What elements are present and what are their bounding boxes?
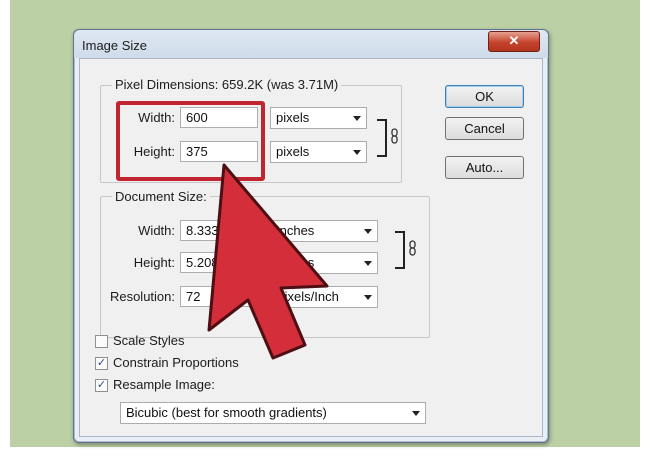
checkmark-icon: ✓ <box>96 357 107 369</box>
doc-width-unit-value: Inches <box>276 223 315 238</box>
document-size-legend: Document Size: <box>112 189 210 204</box>
chevron-down-icon <box>364 295 372 300</box>
chevron-down-icon <box>412 411 420 416</box>
resolution-unit-select[interactable]: Pixels/Inch <box>270 286 378 308</box>
close-icon: ✕ <box>508 33 520 48</box>
doc-height-input[interactable]: 5.208 <box>180 252 258 273</box>
resample-image-label[interactable]: Resample Image: <box>113 377 215 392</box>
highlight-box <box>116 101 265 181</box>
pixel-width-unit-select[interactable]: pixels <box>270 107 367 129</box>
title-bar[interactable]: Image Size ✕ <box>74 30 548 58</box>
checkmark-icon: ✓ <box>96 379 107 391</box>
scale-styles-checkbox[interactable] <box>95 335 108 348</box>
auto-button[interactable]: Auto... <box>445 156 524 179</box>
resolution-input[interactable]: 72 <box>180 286 258 307</box>
pixel-link-bracket <box>377 119 387 157</box>
chevron-down-icon <box>353 150 361 155</box>
doc-width-label: Width: <box>138 223 175 238</box>
resample-image-checkbox[interactable]: ✓ <box>95 379 108 392</box>
resample-method-select[interactable]: Bicubic (best for smooth gradients) <box>120 402 426 424</box>
doc-height-unit-value: Inches <box>276 255 315 270</box>
resolution-label: Resolution: <box>109 289 175 304</box>
document-link-bracket <box>395 231 405 269</box>
resample-method-value: Bicubic (best for smooth gradients) <box>126 405 327 420</box>
chevron-down-icon <box>353 116 361 121</box>
chain-link-icon <box>391 128 398 144</box>
ok-button[interactable]: OK <box>445 85 524 108</box>
chevron-down-icon <box>364 229 372 234</box>
doc-height-unit-select[interactable]: Inches <box>270 252 378 274</box>
chain-link-icon <box>409 240 416 256</box>
chevron-down-icon <box>364 261 372 266</box>
doc-width-input[interactable]: 8.333 <box>180 220 258 241</box>
resolution-unit-value: Pixels/Inch <box>276 289 339 304</box>
pixel-width-unit-value: pixels <box>276 110 310 125</box>
scale-styles-label[interactable]: Scale Styles <box>113 333 185 348</box>
image-size-dialog: Image Size ✕ Pixel Dimensions: 659.2K (w… <box>73 29 549 443</box>
doc-width-unit-select[interactable]: Inches <box>270 220 378 242</box>
pixel-height-unit-select[interactable]: pixels <box>270 141 367 163</box>
close-button[interactable]: ✕ <box>488 31 540 52</box>
pixel-height-unit-value: pixels <box>276 144 310 159</box>
constrain-proportions-checkbox[interactable]: ✓ <box>95 357 108 370</box>
window-title: Image Size <box>82 38 148 53</box>
constrain-proportions-label[interactable]: Constrain Proportions <box>113 355 239 370</box>
doc-height-label: Height: <box>133 255 175 270</box>
pixel-dimensions-legend: Pixel Dimensions: 659.2K (was 3.71M) <box>112 77 342 92</box>
cancel-button[interactable]: Cancel <box>445 117 524 140</box>
